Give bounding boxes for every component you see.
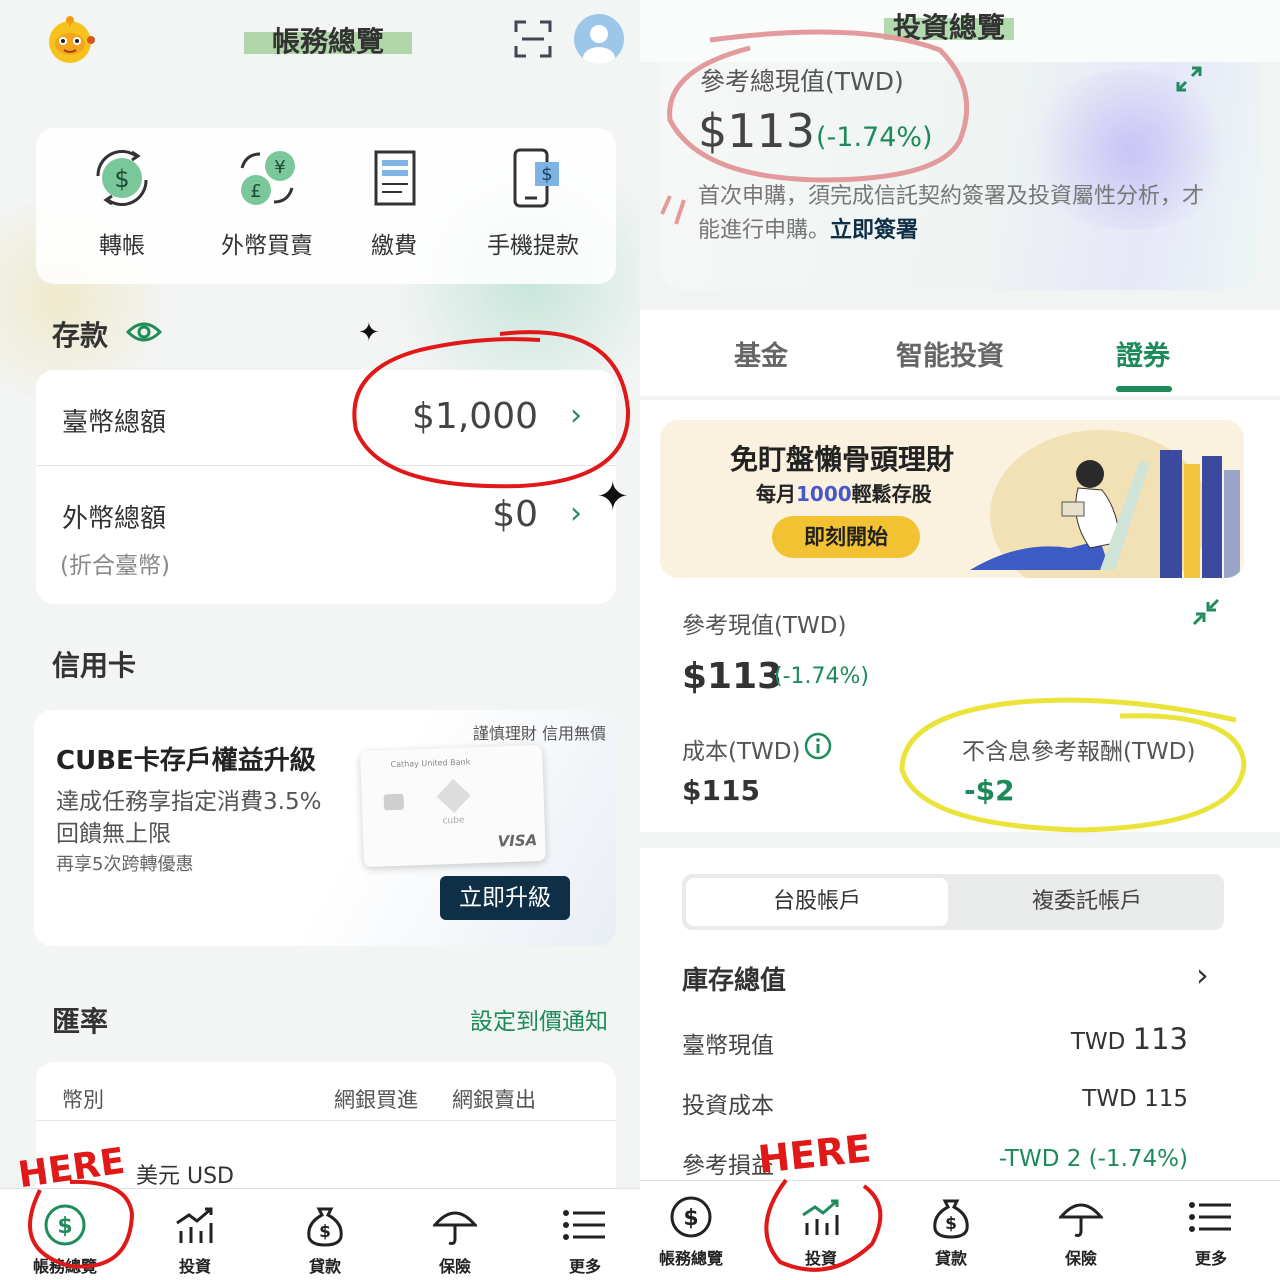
investment-overview-screen: 投資總覽 參考總現值(TWD) $113 (-1.74%) 首次申購，須完成信託… (640, 0, 1280, 1280)
annotation-circle (28, 330, 631, 1269)
account-overview-screen: 帳務總覽 $ 轉帳 ¥ £ 外幣買賣 繳費 $ 手機提款 存款 ✦ 臺幣總額 $… (0, 0, 640, 1280)
annotation-circle (660, 29, 1247, 1272)
